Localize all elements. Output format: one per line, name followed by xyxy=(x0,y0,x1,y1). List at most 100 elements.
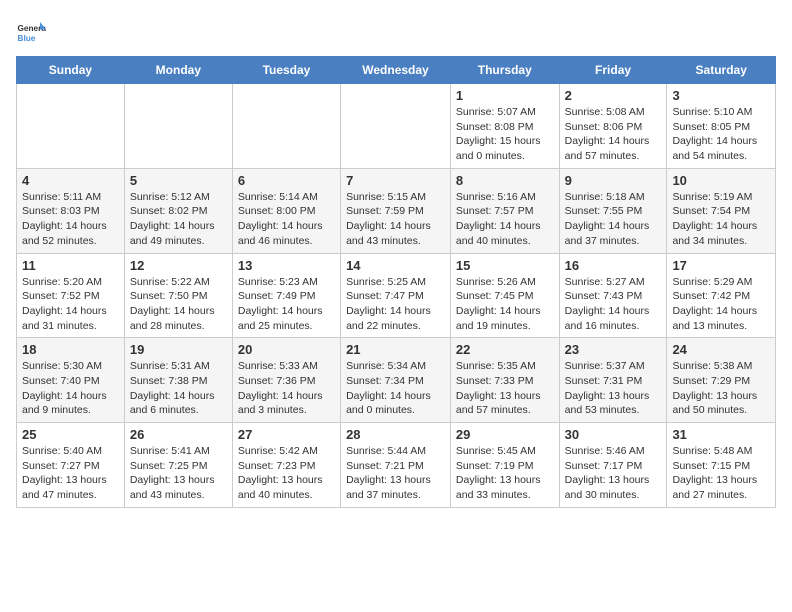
logo: General Blue xyxy=(16,16,50,46)
day-info: Sunrise: 5:35 AM Sunset: 7:33 PM Dayligh… xyxy=(456,359,554,418)
day-number: 19 xyxy=(130,342,227,357)
calendar-cell: 5 Sunrise: 5:12 AM Sunset: 8:02 PM Daylig… xyxy=(124,168,232,253)
day-info: Sunrise: 5:10 AM Sunset: 8:05 PM Dayligh… xyxy=(672,105,770,164)
day-number: 26 xyxy=(130,427,227,442)
day-number: 4 xyxy=(22,173,119,188)
calendar-cell xyxy=(17,84,125,169)
calendar-cell: 7 Sunrise: 5:15 AM Sunset: 7:59 PM Daylig… xyxy=(341,168,451,253)
calendar-cell: 2 Sunrise: 5:08 AM Sunset: 8:06 PM Daylig… xyxy=(559,84,667,169)
day-info: Sunrise: 5:45 AM Sunset: 7:19 PM Dayligh… xyxy=(456,444,554,503)
day-info: Sunrise: 5:15 AM Sunset: 7:59 PM Dayligh… xyxy=(346,190,445,249)
day-number: 11 xyxy=(22,258,119,273)
calendar-cell: 20 Sunrise: 5:33 AM Sunset: 7:36 PM Dayli… xyxy=(232,338,340,423)
calendar-cell: 24 Sunrise: 5:38 AM Sunset: 7:29 PM Dayli… xyxy=(667,338,776,423)
calendar-cell xyxy=(124,84,232,169)
header-tuesday: Tuesday xyxy=(232,57,340,84)
day-info: Sunrise: 5:33 AM Sunset: 7:36 PM Dayligh… xyxy=(238,359,335,418)
day-number: 10 xyxy=(672,173,770,188)
calendar-header-row: SundayMondayTuesdayWednesdayThursdayFrid… xyxy=(17,57,776,84)
day-number: 5 xyxy=(130,173,227,188)
calendar-cell: 28Sunrise: 5:44 AM Sunset: 7:21 PM Dayli… xyxy=(341,423,451,508)
day-info: Sunrise: 5:11 AM Sunset: 8:03 PM Dayligh… xyxy=(22,190,119,249)
calendar-cell: 19Sunrise: 5:31 AM Sunset: 7:38 PM Dayli… xyxy=(124,338,232,423)
day-info: Sunrise: 5:40 AM Sunset: 7:27 PM Dayligh… xyxy=(22,444,119,503)
week-row-3: 11 Sunrise: 5:20 AM Sunset: 7:52 PM Dayli… xyxy=(17,253,776,338)
day-number: 14 xyxy=(346,258,445,273)
day-number: 16 xyxy=(565,258,662,273)
day-number: 21 xyxy=(346,342,445,357)
day-number: 1 xyxy=(456,88,554,103)
day-number: 25 xyxy=(22,427,119,442)
calendar-cell: 1 Sunrise: 5:07 AM Sunset: 8:08 PM Daylig… xyxy=(450,84,559,169)
day-info: Sunrise: 5:44 AM Sunset: 7:21 PM Dayligh… xyxy=(346,444,445,503)
calendar-cell: 14 Sunrise: 5:25 AM Sunset: 7:47 PM Dayli… xyxy=(341,253,451,338)
day-info: Sunrise: 5:34 AM Sunset: 7:34 PM Dayligh… xyxy=(346,359,445,418)
calendar-cell: 30 Sunrise: 5:46 AM Sunset: 7:17 PM Dayli… xyxy=(559,423,667,508)
calendar-cell: 18 Sunrise: 5:30 AM Sunset: 7:40 PM Dayli… xyxy=(17,338,125,423)
calendar-cell: 21 Sunrise: 5:34 AM Sunset: 7:34 PM Dayli… xyxy=(341,338,451,423)
calendar-table: SundayMondayTuesdayWednesdayThursdayFrid… xyxy=(16,56,776,508)
day-number: 15 xyxy=(456,258,554,273)
calendar-cell xyxy=(232,84,340,169)
day-info: Sunrise: 5:07 AM Sunset: 8:08 PM Dayligh… xyxy=(456,105,554,164)
day-info: Sunrise: 5:37 AM Sunset: 7:31 PM Dayligh… xyxy=(565,359,662,418)
calendar-cell: 16 Sunrise: 5:27 AM Sunset: 7:43 PM Dayli… xyxy=(559,253,667,338)
day-info: Sunrise: 5:27 AM Sunset: 7:43 PM Dayligh… xyxy=(565,275,662,334)
header-sunday: Sunday xyxy=(17,57,125,84)
day-info: Sunrise: 5:29 AM Sunset: 7:42 PM Dayligh… xyxy=(672,275,770,334)
day-number: 3 xyxy=(672,88,770,103)
calendar-cell: 17 Sunrise: 5:29 AM Sunset: 7:42 PM Dayli… xyxy=(667,253,776,338)
day-info: Sunrise: 5:20 AM Sunset: 7:52 PM Dayligh… xyxy=(22,275,119,334)
calendar-cell: 29 Sunrise: 5:45 AM Sunset: 7:19 PM Dayli… xyxy=(450,423,559,508)
day-number: 24 xyxy=(672,342,770,357)
logo-icon: General Blue xyxy=(16,16,46,46)
day-info: Sunrise: 5:08 AM Sunset: 8:06 PM Dayligh… xyxy=(565,105,662,164)
calendar-body: 1 Sunrise: 5:07 AM Sunset: 8:08 PM Daylig… xyxy=(17,84,776,508)
day-info: Sunrise: 5:23 AM Sunset: 7:49 PM Dayligh… xyxy=(238,275,335,334)
day-number: 23 xyxy=(565,342,662,357)
day-info: Sunrise: 5:14 AM Sunset: 8:00 PM Dayligh… xyxy=(238,190,335,249)
calendar-cell: 25 Sunrise: 5:40 AM Sunset: 7:27 PM Dayli… xyxy=(17,423,125,508)
calendar-cell: 23 Sunrise: 5:37 AM Sunset: 7:31 PM Dayli… xyxy=(559,338,667,423)
header-wednesday: Wednesday xyxy=(341,57,451,84)
day-number: 30 xyxy=(565,427,662,442)
day-info: Sunrise: 5:25 AM Sunset: 7:47 PM Dayligh… xyxy=(346,275,445,334)
day-info: Sunrise: 5:38 AM Sunset: 7:29 PM Dayligh… xyxy=(672,359,770,418)
day-number: 18 xyxy=(22,342,119,357)
header-friday: Friday xyxy=(559,57,667,84)
day-info: Sunrise: 5:22 AM Sunset: 7:50 PM Dayligh… xyxy=(130,275,227,334)
calendar-cell: 4 Sunrise: 5:11 AM Sunset: 8:03 PM Daylig… xyxy=(17,168,125,253)
day-info: Sunrise: 5:19 AM Sunset: 7:54 PM Dayligh… xyxy=(672,190,770,249)
day-number: 22 xyxy=(456,342,554,357)
day-info: Sunrise: 5:46 AM Sunset: 7:17 PM Dayligh… xyxy=(565,444,662,503)
calendar-cell: 13Sunrise: 5:23 AM Sunset: 7:49 PM Dayli… xyxy=(232,253,340,338)
day-info: Sunrise: 5:18 AM Sunset: 7:55 PM Dayligh… xyxy=(565,190,662,249)
calendar-cell: 22 Sunrise: 5:35 AM Sunset: 7:33 PM Dayli… xyxy=(450,338,559,423)
day-number: 7 xyxy=(346,173,445,188)
day-info: Sunrise: 5:12 AM Sunset: 8:02 PM Dayligh… xyxy=(130,190,227,249)
day-number: 29 xyxy=(456,427,554,442)
calendar-cell: 27Sunrise: 5:42 AM Sunset: 7:23 PM Dayli… xyxy=(232,423,340,508)
calendar-cell: 10 Sunrise: 5:19 AM Sunset: 7:54 PM Dayli… xyxy=(667,168,776,253)
day-info: Sunrise: 5:41 AM Sunset: 7:25 PM Dayligh… xyxy=(130,444,227,503)
week-row-5: 25 Sunrise: 5:40 AM Sunset: 7:27 PM Dayli… xyxy=(17,423,776,508)
day-number: 12 xyxy=(130,258,227,273)
calendar-cell: 3 Sunrise: 5:10 AM Sunset: 8:05 PM Daylig… xyxy=(667,84,776,169)
week-row-2: 4 Sunrise: 5:11 AM Sunset: 8:03 PM Daylig… xyxy=(17,168,776,253)
header-saturday: Saturday xyxy=(667,57,776,84)
day-number: 2 xyxy=(565,88,662,103)
day-info: Sunrise: 5:42 AM Sunset: 7:23 PM Dayligh… xyxy=(238,444,335,503)
week-row-1: 1 Sunrise: 5:07 AM Sunset: 8:08 PM Daylig… xyxy=(17,84,776,169)
day-info: Sunrise: 5:26 AM Sunset: 7:45 PM Dayligh… xyxy=(456,275,554,334)
calendar-cell: 15 Sunrise: 5:26 AM Sunset: 7:45 PM Dayli… xyxy=(450,253,559,338)
day-info: Sunrise: 5:16 AM Sunset: 7:57 PM Dayligh… xyxy=(456,190,554,249)
day-number: 17 xyxy=(672,258,770,273)
header-monday: Monday xyxy=(124,57,232,84)
day-number: 9 xyxy=(565,173,662,188)
day-number: 20 xyxy=(238,342,335,357)
calendar-cell xyxy=(341,84,451,169)
day-info: Sunrise: 5:30 AM Sunset: 7:40 PM Dayligh… xyxy=(22,359,119,418)
header-thursday: Thursday xyxy=(450,57,559,84)
day-number: 8 xyxy=(456,173,554,188)
calendar-cell: 11 Sunrise: 5:20 AM Sunset: 7:52 PM Dayli… xyxy=(17,253,125,338)
